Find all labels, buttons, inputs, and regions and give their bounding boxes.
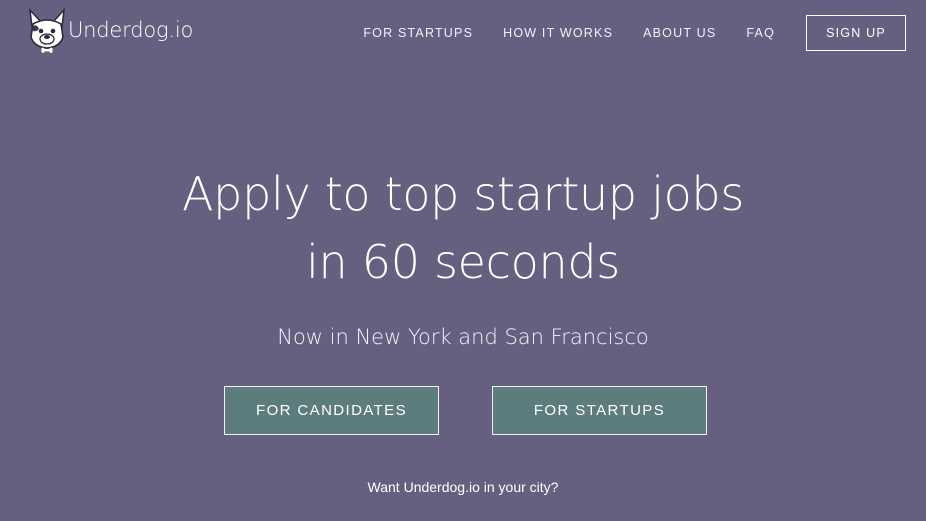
hero-title: Apply to top startup jobs in 60 seconds	[0, 160, 926, 296]
for-startups-button[interactable]: FOR STARTUPS	[492, 386, 707, 435]
for-candidates-button[interactable]: FOR CANDIDATES	[224, 386, 439, 435]
hero-title-line-2: in 60 seconds	[306, 235, 620, 289]
nav-item-about-us[interactable]: ABOUT US	[643, 26, 716, 40]
nav-links: FOR STARTUPS HOW IT WORKS ABOUT US FAQ S…	[363, 0, 926, 66]
nav-item-faq[interactable]: FAQ	[746, 26, 775, 40]
nav-item-how-it-works[interactable]: HOW IT WORKS	[503, 26, 613, 40]
hero-title-line-1: Apply to top startup jobs	[182, 167, 744, 221]
dog-icon	[28, 7, 66, 53]
hero-subtitle: Now in New York and San Francisco	[277, 325, 649, 349]
logo-link[interactable]: Underdog.io	[24, 7, 193, 53]
top-nav: Underdog.io FOR STARTUPS HOW IT WORKS AB…	[0, 0, 926, 66]
logo-wordmark: Underdog.io	[68, 18, 194, 42]
sign-up-button[interactable]: SIGN UP	[806, 15, 906, 51]
city-request-link[interactable]: Want Underdog.io in your city?	[0, 479, 926, 495]
nav-item-for-startups[interactable]: FOR STARTUPS	[363, 26, 473, 40]
